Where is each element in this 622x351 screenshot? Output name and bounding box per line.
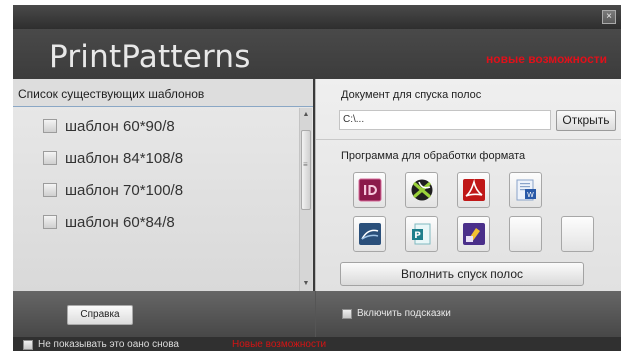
impose-pages-button[interactable]: Вполнить спуск полос: [340, 262, 584, 286]
app-button-openoffice[interactable]: [353, 216, 386, 252]
document-path-input[interactable]: C:\...: [339, 110, 551, 130]
settings-panel: Документ для спуска полос C:\... Открыть…: [315, 79, 621, 291]
template-item[interactable]: шаблон 70*100/8: [43, 178, 183, 202]
template-checkbox[interactable]: [43, 183, 57, 197]
app-button-indesign[interactable]: [353, 172, 386, 208]
openoffice-icon: [359, 223, 381, 245]
template-item[interactable]: шаблон 84*108/8: [43, 146, 183, 170]
divider: [316, 139, 621, 140]
template-list: шаблон 60*90/8 шаблон 84*108/8 шаблон 70…: [13, 108, 299, 291]
hints-toggle[interactable]: Включить подсказки: [342, 308, 451, 319]
scroll-up-icon[interactable]: ▲: [300, 108, 312, 122]
app-button-coreldraw[interactable]: [405, 172, 438, 208]
pagemaker-icon: [463, 223, 485, 245]
app-header: PrintPatterns новые возможности: [13, 29, 621, 79]
publisher-icon: P: [412, 223, 431, 245]
hints-label: Включить подсказки: [357, 308, 451, 319]
template-checkbox[interactable]: [43, 151, 57, 165]
new-features-link[interactable]: новые возможности: [486, 52, 607, 66]
close-icon[interactable]: ×: [602, 10, 616, 24]
app-button-pagemaker[interactable]: [457, 216, 490, 252]
dont-show-toggle[interactable]: Не показывать это оано снова: [23, 339, 179, 350]
template-item[interactable]: шаблон 60*90/8: [43, 114, 175, 138]
app-title: PrintPatterns: [49, 39, 251, 75]
scroll-down-icon[interactable]: ▼: [300, 277, 312, 291]
template-label: шаблон 70*100/8: [65, 181, 184, 199]
template-checkbox[interactable]: [43, 215, 57, 229]
template-list-title: Список существующих шаблонов: [18, 87, 205, 101]
dont-show-checkbox[interactable]: [23, 339, 33, 350]
document-label: Документ для спуска полос: [341, 89, 482, 101]
divider: [315, 291, 316, 337]
scrollbar-thumb[interactable]: ≡: [301, 130, 311, 210]
app-button-publisher[interactable]: P: [405, 216, 438, 252]
template-list-header: Список существующих шаблонов: [13, 79, 313, 107]
template-label: шаблон 60*84/8: [65, 213, 175, 231]
dont-show-label: Не показывать это оано снова: [38, 339, 179, 350]
template-label: шаблон 84*108/8: [65, 149, 184, 167]
template-checkbox[interactable]: [43, 119, 57, 133]
app-button-word[interactable]: W: [509, 172, 542, 208]
title-bar: ×: [13, 5, 621, 29]
app-slot-empty[interactable]: [561, 216, 594, 252]
bottom-bar: Не показывать это оано снова Новые возмо…: [13, 337, 621, 351]
template-list-scrollbar[interactable]: ▲ ≡ ▼: [299, 108, 312, 291]
svg-text:P: P: [414, 231, 421, 241]
template-label: шаблон 60*90/8: [65, 117, 175, 135]
indesign-icon: [358, 178, 382, 202]
help-button[interactable]: Справка: [67, 305, 133, 325]
app-button-acrobat[interactable]: [457, 172, 490, 208]
program-label: Программа для обработки формата: [341, 150, 526, 162]
hints-checkbox[interactable]: [342, 308, 352, 319]
svg-text:W: W: [527, 191, 534, 199]
footer-bar: Справка Включить подсказки Не показывать…: [13, 291, 621, 351]
open-button[interactable]: Открыть: [556, 110, 616, 131]
word-icon: W: [516, 179, 536, 201]
app-window: × PrintPatterns новые возможности Список…: [13, 5, 621, 351]
acrobat-icon: [463, 178, 485, 201]
template-list-panel: Список существующих шаблонов шаблон 60*9…: [13, 79, 313, 291]
template-item[interactable]: шаблон 60*84/8: [43, 210, 175, 234]
new-features-bottom-link[interactable]: Новые возможности: [232, 339, 326, 350]
coreldraw-icon: [411, 179, 433, 201]
app-slot-empty[interactable]: [509, 216, 542, 252]
grip-icon: ≡: [303, 160, 308, 169]
